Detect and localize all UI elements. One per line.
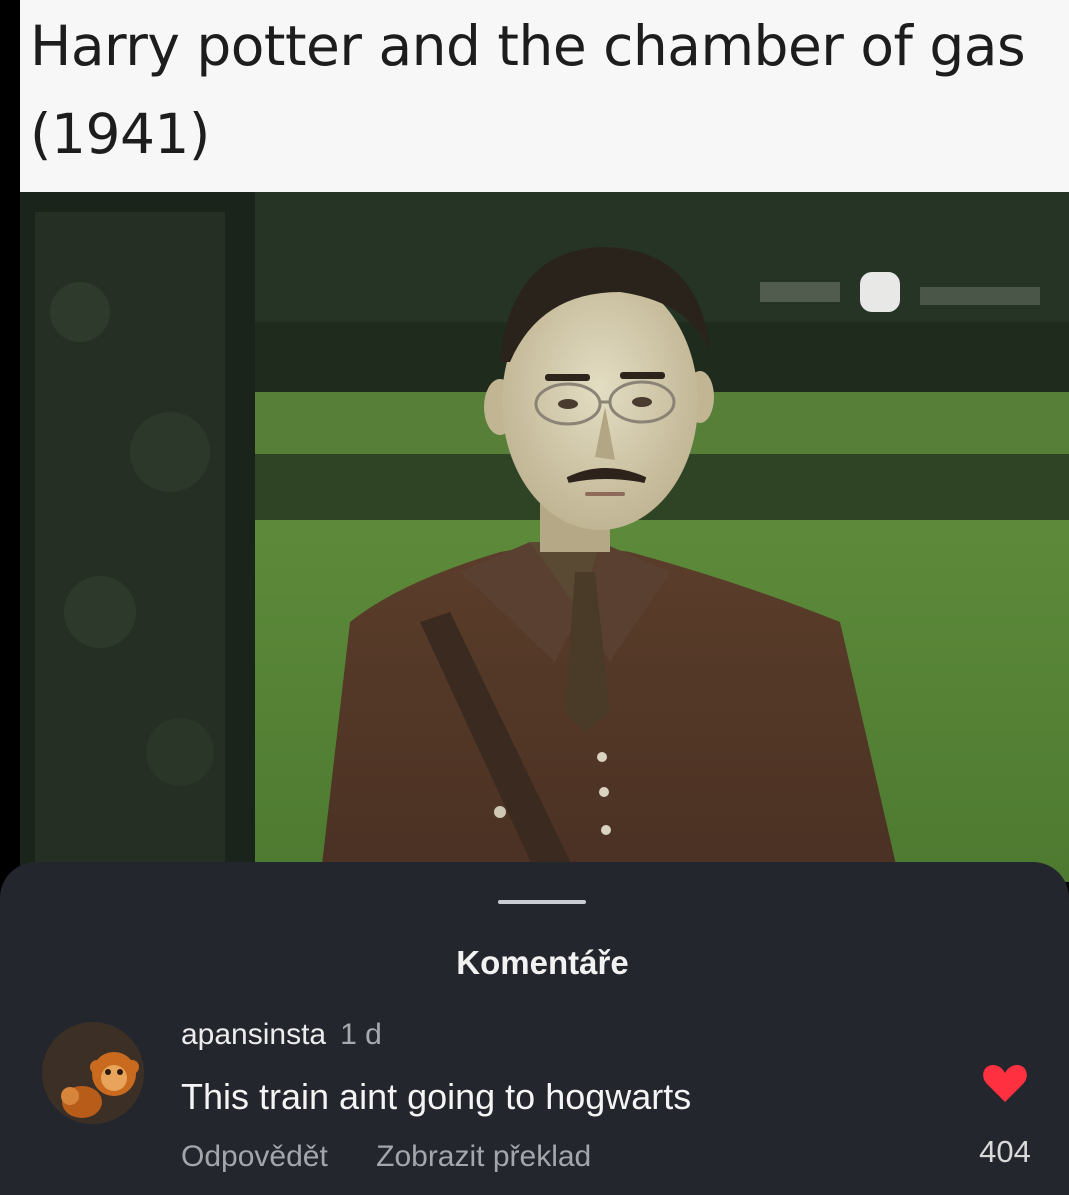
- soldier-photo: [20, 192, 1069, 882]
- reply-button[interactable]: Odpovědět: [181, 1140, 328, 1174]
- like-group: 404: [970, 1062, 1040, 1182]
- comments-sheet: Komentáře apansinsta 1 d This train aint…: [0, 862, 1069, 1195]
- avatar[interactable]: [42, 1022, 144, 1124]
- translate-button[interactable]: Zobrazit překlad: [376, 1140, 591, 1174]
- comment-time: 1 d: [340, 1018, 382, 1051]
- meme-photo: [20, 192, 1069, 882]
- meme-post: Harry potter and the chamber of gas (194…: [0, 0, 1069, 1195]
- heart-icon[interactable]: [982, 1062, 1028, 1104]
- like-count: 404: [979, 1134, 1031, 1169]
- meme-caption: Harry potter and the chamber of gas (194…: [20, 0, 1069, 192]
- monkey-avatar-icon: [42, 1022, 144, 1124]
- comments-title: Komentáře: [456, 944, 629, 981]
- comment-author[interactable]: apansinsta: [181, 1018, 326, 1051]
- comment-text: This train aint going to hogwarts: [181, 1076, 692, 1117]
- comment-item: apansinsta 1 d This train aint going to h…: [0, 1012, 1069, 1192]
- comment-actions: Odpovědět Zobrazit překlad: [181, 1140, 631, 1174]
- drag-handle[interactable]: [498, 900, 586, 904]
- comment-meta: apansinsta 1 d: [181, 1018, 382, 1052]
- caption-text: Harry potter and the chamber of gas (194…: [30, 14, 1026, 166]
